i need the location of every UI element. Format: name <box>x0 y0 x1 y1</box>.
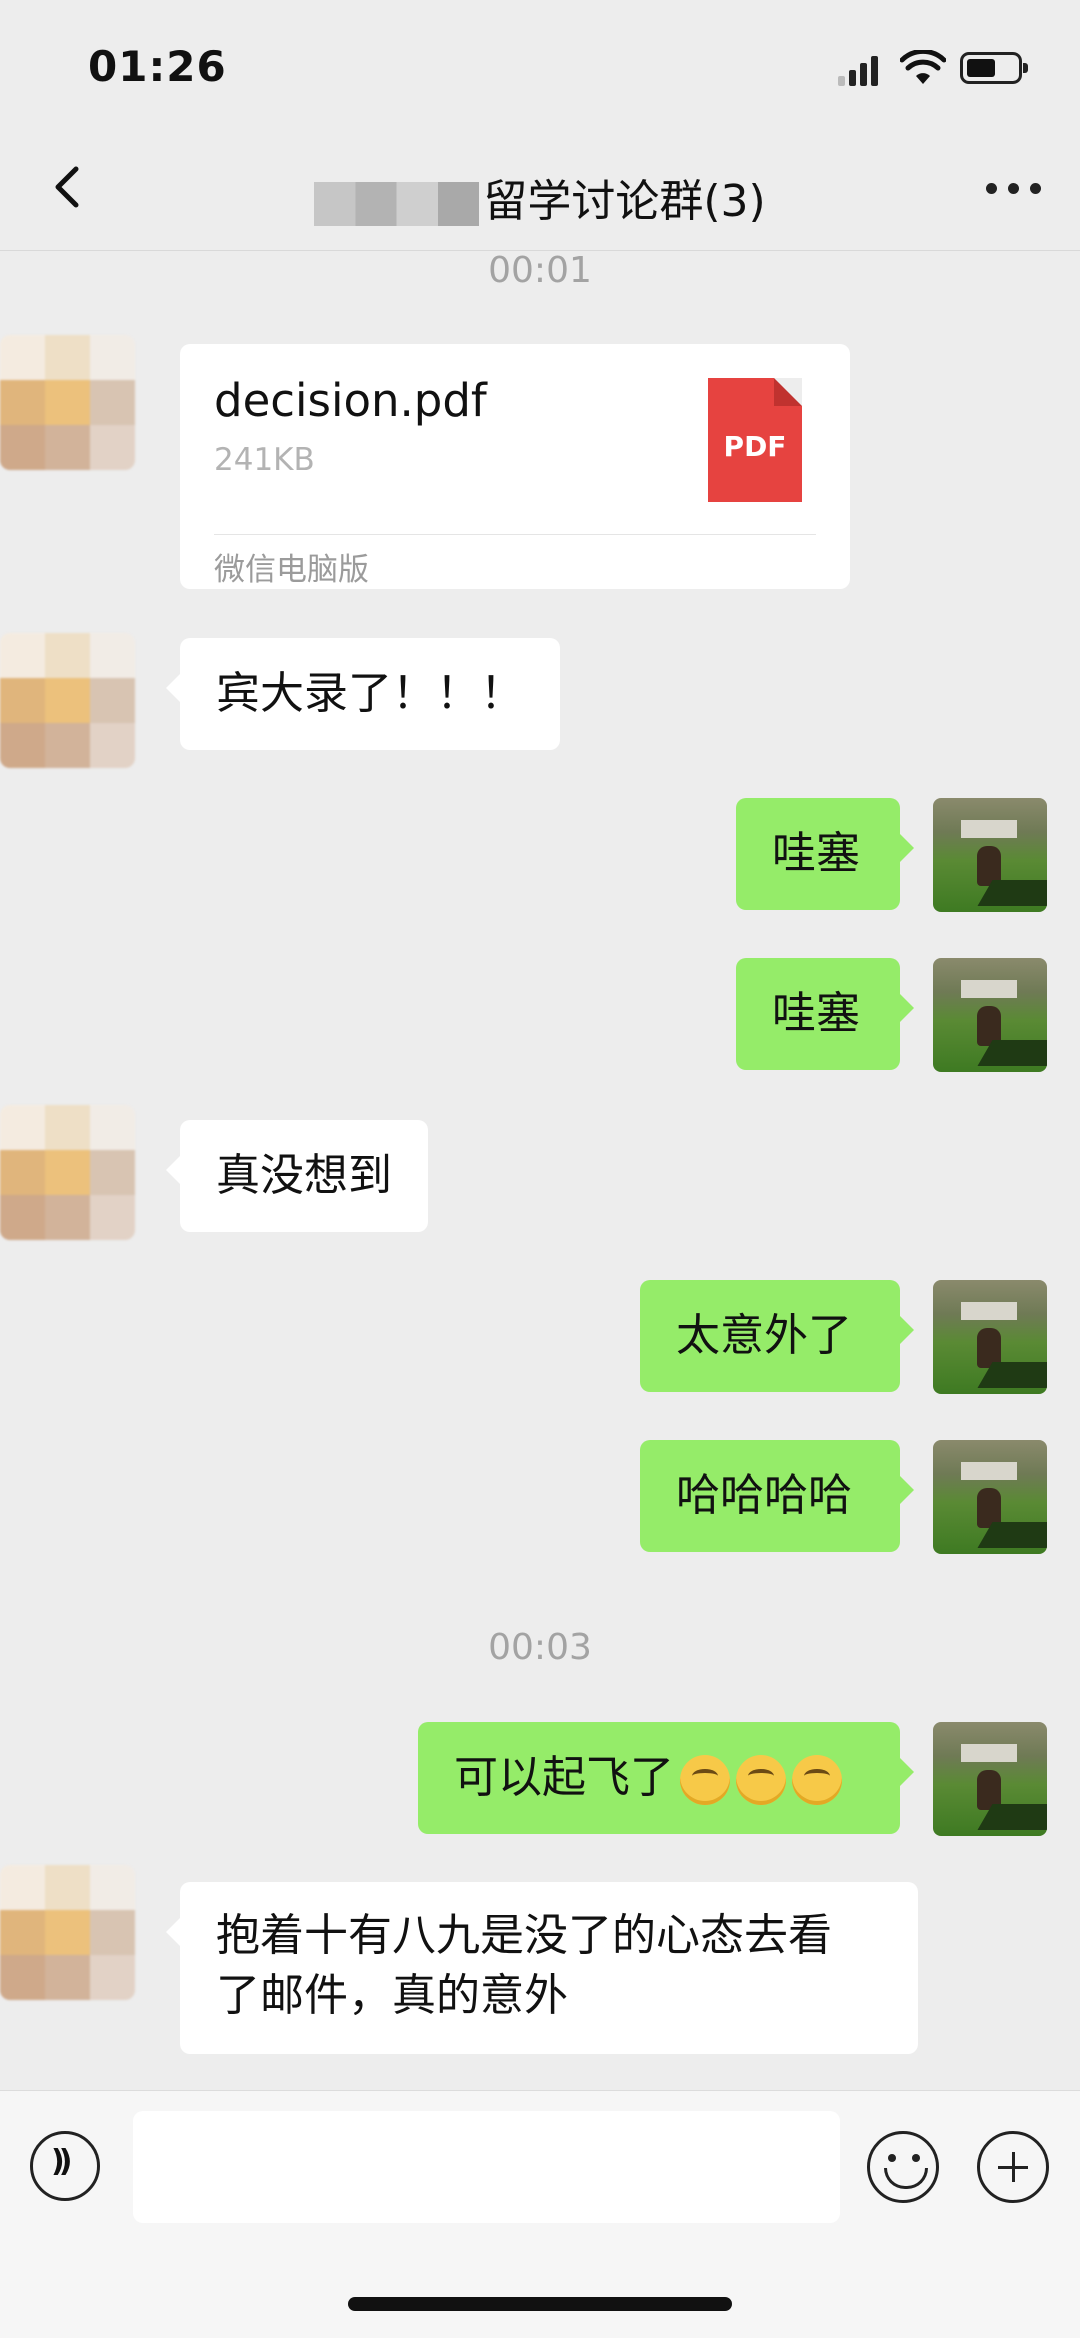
message-bubble[interactable]: 宾大录了！！！ <box>166 638 560 750</box>
file-source-label: 微信电脑版 <box>214 552 369 588</box>
message-text: 可以起飞了 <box>454 1752 674 1803</box>
file-size: 241KB <box>214 442 315 478</box>
message-bubble-sent[interactable]: 哈哈哈哈 <box>640 1440 914 1552</box>
my-avatar[interactable] <box>933 798 1047 912</box>
timestamp: 00:01 <box>488 250 592 291</box>
divider <box>214 534 816 535</box>
wifi-icon <box>900 50 946 84</box>
redacted-name-block <box>314 182 480 226</box>
message-bubble[interactable]: 真没想到 <box>166 1120 428 1232</box>
my-avatar[interactable] <box>933 1280 1047 1394</box>
message-bubble-sent[interactable]: 可以起飞了 <box>418 1722 914 1834</box>
my-avatar[interactable] <box>933 958 1047 1072</box>
timestamp: 00:03 <box>488 1627 592 1668</box>
avatar[interactable] <box>0 1865 135 2000</box>
message-text-line: 了邮件，真的意外 <box>216 1970 568 2021</box>
emoji-icon[interactable] <box>867 2131 939 2203</box>
home-indicator <box>348 2297 732 2311</box>
message-text-line: 抱着十有八九是没了的心态去看 <box>216 1910 832 1961</box>
chat-title-text: 留学讨论群(3) <box>483 176 766 227</box>
avatar[interactable] <box>0 1105 135 1240</box>
file-name: decision.pdf <box>214 374 487 427</box>
chat-header: 留学讨论群(3) <box>0 135 1080 251</box>
chat-title: 留学讨论群(3) <box>0 165 1080 229</box>
cellular-signal-icon <box>838 54 882 86</box>
pdf-icon-label: PDF <box>723 430 787 463</box>
avatar[interactable] <box>0 335 135 470</box>
hand-over-mouth-emoji-icon <box>736 1755 786 1805</box>
message-bubble-sent[interactable]: 哇塞 <box>736 798 914 910</box>
message-bubble-sent[interactable]: 哇塞 <box>736 958 914 1070</box>
voice-input-icon[interactable] <box>30 2131 100 2201</box>
file-message-card[interactable]: decision.pdf 241KB PDF 微信电脑版 <box>180 344 850 589</box>
battery-icon <box>960 52 1028 84</box>
status-time: 01:26 <box>88 42 227 91</box>
avatar[interactable] <box>0 633 135 768</box>
hand-over-mouth-emoji-icon <box>680 1755 730 1805</box>
my-avatar[interactable] <box>933 1440 1047 1554</box>
plus-icon[interactable] <box>977 2131 1049 2203</box>
status-bar: 01:26 <box>0 0 1080 135</box>
hand-over-mouth-emoji-icon <box>792 1755 842 1805</box>
message-bubble[interactable]: 抱着十有八九是没了的心态去看 了邮件，真的意外 <box>166 1882 918 2054</box>
message-bubble-sent[interactable]: 太意外了 <box>640 1280 914 1392</box>
my-avatar[interactable] <box>933 1722 1047 1836</box>
message-input[interactable] <box>133 2111 840 2223</box>
more-options-icon[interactable] <box>986 183 1042 197</box>
pdf-file-icon: PDF <box>708 378 802 502</box>
